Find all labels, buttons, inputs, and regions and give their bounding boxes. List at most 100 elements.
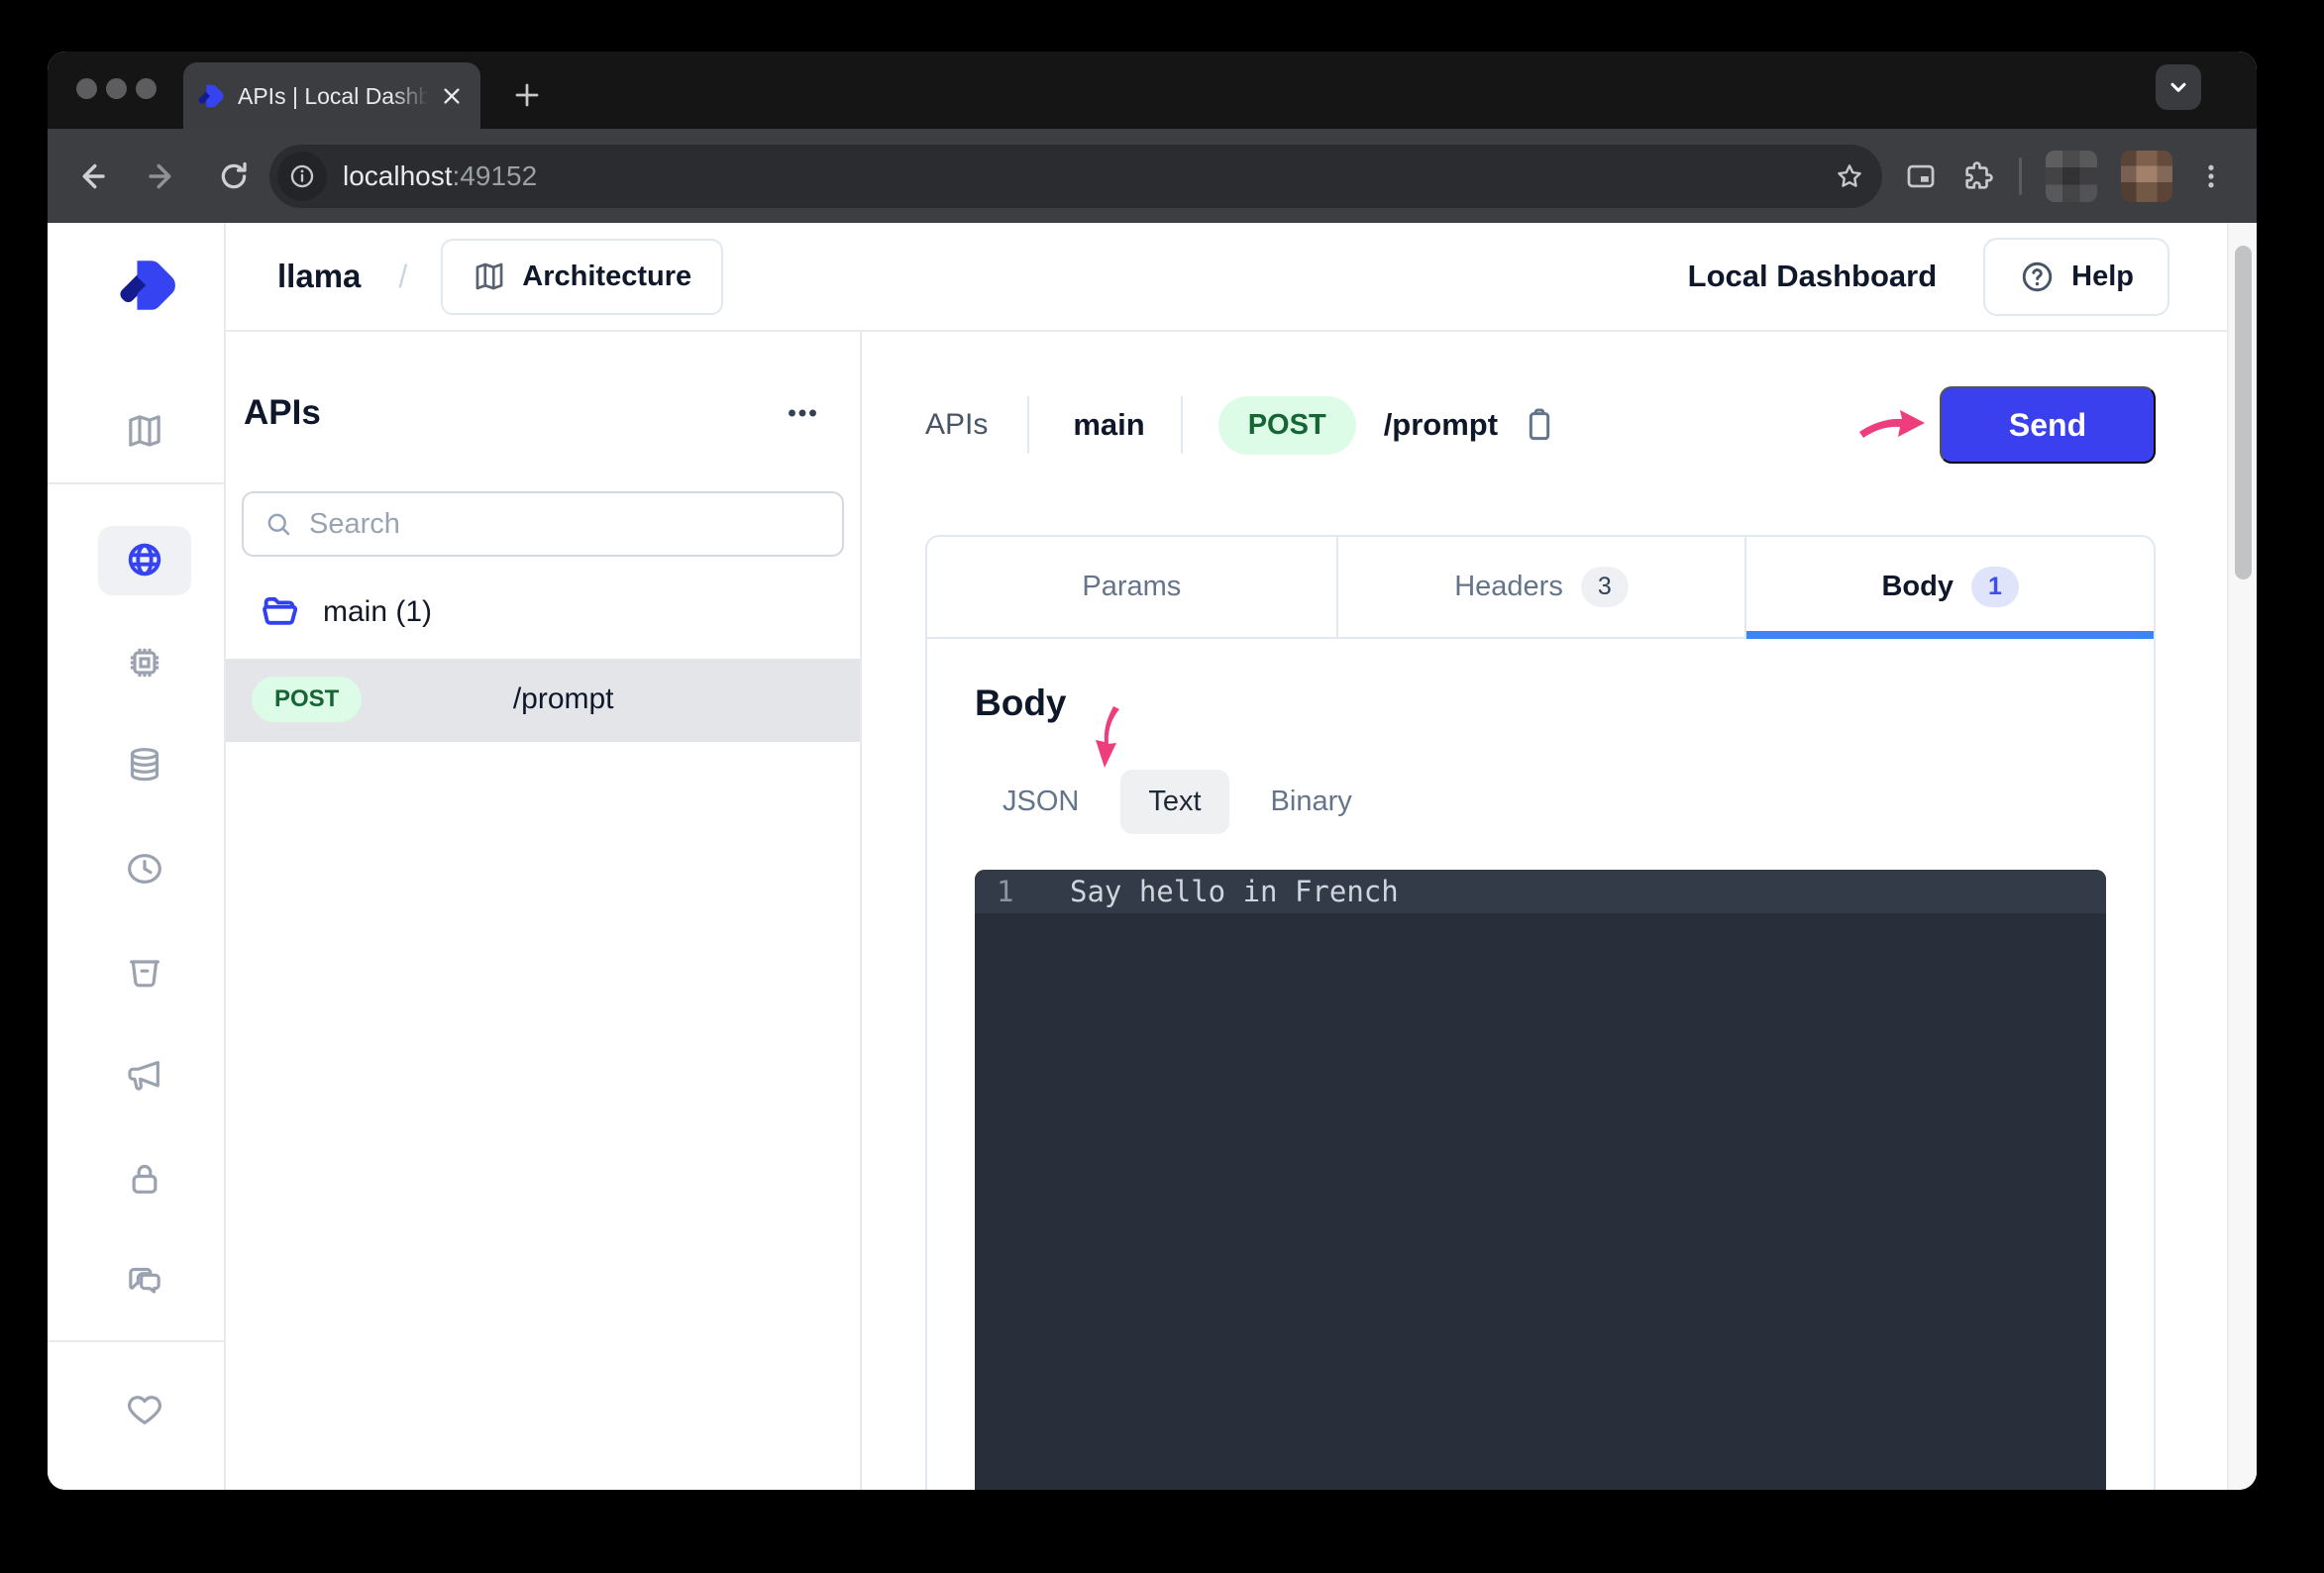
macos-traffic-lights[interactable]: [76, 78, 157, 99]
body-code-editor[interactable]: 1 Say hello in French: [975, 870, 2106, 1490]
project-name: llama: [277, 258, 361, 295]
site-info-icon[interactable]: [277, 152, 327, 201]
chip-icon: [125, 643, 164, 682]
browser-window: APIs | Local Dashboard | Nitric: [48, 52, 2257, 1490]
browser-menu-icon[interactable]: [2196, 161, 2226, 191]
sidebar-item-architecture[interactable]: [125, 411, 164, 451]
tab-title: APIs | Local Dashboard | Nitric: [238, 81, 437, 111]
architecture-button[interactable]: Architecture: [441, 239, 723, 315]
subtab-binary[interactable]: Binary: [1243, 770, 1380, 834]
tab-params[interactable]: Params: [927, 537, 1336, 637]
request-workspace: APIs main POST /prompt Send: [862, 332, 2227, 1490]
tab-headers[interactable]: Headers 3: [1336, 537, 1745, 637]
request-path: /prompt: [1384, 407, 1498, 443]
desktop: APIs | Local Dashboard | Nitric: [0, 0, 2324, 1573]
sidebar-item-storage[interactable]: [125, 952, 164, 992]
clock-icon: [125, 849, 164, 889]
browser-tab[interactable]: APIs | Local Dashboard | Nitric: [183, 62, 480, 129]
sidebar-item-services[interactable]: [125, 643, 164, 682]
heart-icon: [125, 1390, 164, 1429]
sidebar-item-databases[interactable]: [125, 745, 164, 785]
sidebar-item-topics[interactable]: [125, 1056, 164, 1096]
browser-toolbar: localhost:49152: [48, 129, 2257, 223]
browser-tab-strip: APIs | Local Dashboard | Nitric: [48, 52, 2257, 129]
profile-avatar[interactable]: [2046, 151, 2097, 202]
sidebar-divider: [48, 482, 224, 484]
globe-icon: [125, 540, 164, 579]
search-placeholder: Search: [309, 508, 400, 541]
api-group-row[interactable]: main (1): [260, 591, 432, 633]
sidebar-item-secrets[interactable]: [125, 1159, 164, 1199]
editor-active-line: 1 Say hello in French: [975, 870, 2106, 913]
annotation-arrow-down: [1084, 704, 1125, 770]
architecture-label: Architecture: [522, 261, 691, 293]
endpoint-list-item[interactable]: POST /prompt: [226, 659, 860, 742]
address-bar[interactable]: localhost:49152: [269, 145, 1882, 208]
sidebar-item-schedules[interactable]: [125, 849, 164, 889]
url-text: localhost:49152: [343, 160, 1835, 192]
new-tab-button[interactable]: [505, 73, 549, 117]
reading-mode-icon[interactable]: [1904, 159, 1938, 193]
annotation-arrow-right: [1856, 406, 1928, 444]
divider: [1181, 396, 1183, 454]
back-button[interactable]: [69, 155, 113, 198]
panel-title: APIs: [244, 393, 321, 433]
tab-body[interactable]: Body 1: [1744, 537, 2154, 637]
search-icon: [264, 509, 293, 539]
nitric-favicon-icon: [197, 82, 225, 110]
request-breadcrumb-bar: APIs main POST /prompt Send: [925, 386, 2156, 464]
body-tab-content: Body JSON Text Binary 1 Say hel: [927, 639, 2154, 1490]
dashboard-header: llama / Architecture Local Dashboard Hel…: [226, 223, 2227, 332]
sidebar-item-feedback[interactable]: [125, 1390, 164, 1429]
api-group-label: main (1): [323, 595, 432, 629]
method-badge: POST: [252, 677, 362, 722]
sidebar-rail: [48, 223, 226, 1490]
body-count-badge: 1: [1971, 567, 2019, 607]
breadcrumb-group[interactable]: main: [1073, 407, 1144, 443]
breadcrumb: /: [398, 259, 407, 295]
database-icon: [125, 745, 164, 785]
method-badge[interactable]: POST: [1218, 396, 1356, 455]
map-icon: [125, 411, 164, 451]
help-label: Help: [2071, 261, 2134, 293]
request-tabs: Params Headers 3 Body 1: [927, 537, 2154, 639]
sidebar-item-apis[interactable]: [125, 540, 164, 579]
extensions-puzzle-icon[interactable]: [1961, 159, 1995, 193]
subtab-text[interactable]: Text: [1120, 770, 1228, 834]
page-scrollbar[interactable]: [2227, 223, 2257, 1490]
subtab-json[interactable]: JSON: [975, 770, 1107, 834]
apis-list-panel: APIs Search main (1): [226, 332, 862, 1490]
sidebar-divider: [48, 1340, 224, 1342]
scrollbar-thumb[interactable]: [2235, 246, 2252, 579]
forward-button[interactable]: [141, 155, 184, 198]
copy-path-icon[interactable]: [1520, 405, 1559, 445]
question-circle-icon: [2019, 259, 2056, 295]
breadcrumb-api: APIs: [925, 408, 988, 442]
more-options-icon[interactable]: [785, 395, 820, 431]
bookmark-star-icon[interactable]: [1835, 161, 1864, 191]
lock-icon: [125, 1159, 164, 1199]
editor-content: Say hello in French: [1070, 875, 1399, 908]
megaphone-icon: [125, 1056, 164, 1096]
folder-open-icon: [260, 591, 301, 633]
profile-avatar[interactable]: [2121, 151, 2172, 202]
tab-close-icon[interactable]: [437, 81, 467, 111]
bucket-icon: [125, 952, 164, 992]
nitric-logo: [117, 255, 178, 316]
chat-icon: [125, 1262, 164, 1302]
section-title: Body: [975, 682, 2106, 724]
search-input[interactable]: Search: [242, 491, 844, 557]
reload-button[interactable]: [212, 155, 256, 198]
line-number: 1: [975, 875, 1030, 908]
help-button[interactable]: Help: [1983, 238, 2169, 316]
request-card: Params Headers 3 Body 1 Body: [925, 535, 2156, 1490]
sidebar-item-websockets[interactable]: [125, 1262, 164, 1302]
toolbar-separator: [2019, 157, 2022, 195]
page-title: Local Dashboard: [1688, 259, 1938, 294]
headers-count-badge: 3: [1581, 567, 1629, 607]
divider: [1027, 396, 1029, 454]
send-button[interactable]: Send: [1940, 386, 2156, 464]
map-icon: [473, 260, 506, 293]
nitric-dashboard-page: llama / Architecture Local Dashboard Hel…: [48, 223, 2257, 1490]
tab-search-button[interactable]: [2156, 64, 2201, 110]
